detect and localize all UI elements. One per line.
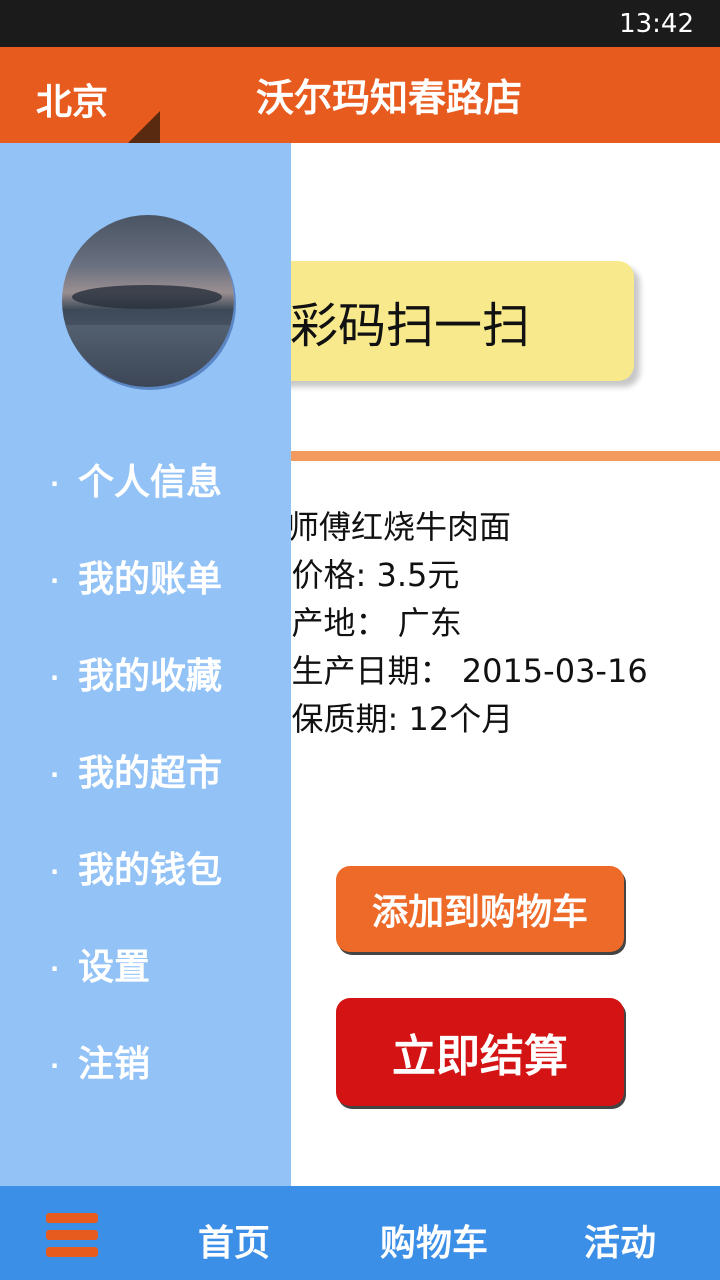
avatar-cloud (72, 285, 222, 309)
drawer-item-favorites[interactable]: · 我的收藏 (50, 647, 222, 699)
bottom-nav: 首页 购物车 活动 (0, 1186, 720, 1280)
bullet-icon: · (50, 761, 60, 789)
city-selector[interactable]: 北京 (36, 73, 108, 125)
drawer-item-label: 我的账单 (78, 559, 223, 600)
bullet-icon: · (50, 1052, 60, 1080)
store-title: 沃尔玛知春路店 (256, 76, 523, 120)
nav-home[interactable]: 首页 (198, 1214, 270, 1266)
status-bar: 13:42 (0, 0, 720, 47)
drawer-item-label: 注销 (78, 1044, 151, 1085)
drawer-item-label: 我的钱包 (78, 850, 223, 891)
bullet-icon: · (50, 858, 60, 886)
city-dropdown-icon[interactable] (128, 111, 160, 143)
add-to-cart-button[interactable]: 添加到购物车 (336, 866, 624, 952)
bullet-icon: · (50, 664, 60, 692)
nav-activity[interactable]: 活动 (584, 1214, 656, 1266)
avatar[interactable] (62, 215, 234, 387)
drawer-item-logout[interactable]: · 注销 (50, 1035, 150, 1087)
drawer-item-label: 个人信息 (78, 462, 223, 503)
side-drawer: · 个人信息 · 我的账单 · 我的收藏 · 我的超市 · 我的钱包 · 设置 · 注销 (0, 143, 291, 1186)
drawer-item-bills[interactable]: · 我的账单 (50, 550, 222, 602)
drawer-item-profile[interactable]: · 个人信息 (50, 453, 222, 505)
drawer-item-label: 设置 (78, 947, 151, 988)
drawer-item-settings[interactable]: · 设置 (50, 938, 150, 990)
drawer-item-wallet[interactable]: · 我的钱包 (50, 841, 222, 893)
status-time: 13:42 (619, 9, 694, 39)
drawer-item-label: 我的超市 (78, 753, 223, 794)
bullet-icon: · (50, 567, 60, 595)
nav-cart[interactable]: 购物车 (380, 1214, 488, 1266)
bullet-icon: · (50, 470, 60, 498)
menu-icon[interactable] (46, 1213, 98, 1257)
checkout-button[interactable]: 立即结算 (336, 998, 624, 1106)
avatar-water (62, 325, 234, 387)
app-header: 北京 沃尔玛知春路店 (0, 47, 720, 143)
bullet-icon: · (50, 955, 60, 983)
drawer-item-supermarket[interactable]: · 我的超市 (50, 744, 222, 796)
drawer-item-label: 我的收藏 (78, 656, 223, 697)
